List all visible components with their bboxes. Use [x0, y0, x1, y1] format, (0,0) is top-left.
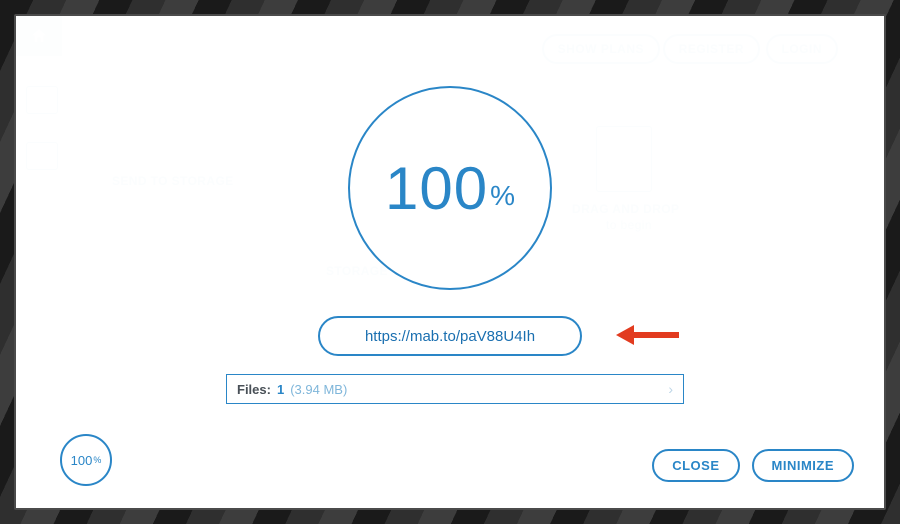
arrow-shaft	[633, 332, 679, 338]
share-url-text: https://mab.to/paV88U4Ih	[365, 328, 535, 345]
close-button[interactable]: CLOSE	[652, 449, 739, 482]
arrow-head-icon	[616, 325, 634, 345]
files-size: (3.94 MB)	[290, 382, 347, 397]
files-label: Files:	[237, 382, 271, 397]
progress-percent-sign: %	[490, 180, 515, 212]
chevron-right-icon: ›	[668, 381, 673, 397]
footer-buttons: CLOSE MINIMIZE	[652, 449, 854, 482]
mini-progress-percent-sign: %	[93, 455, 101, 465]
progress-ring-mini: 100 %	[60, 434, 112, 486]
annotation-arrow	[616, 325, 679, 345]
upload-complete-overlay: 100 % https://mab.to/paV88U4Ih Files: 1 …	[16, 16, 884, 508]
minimize-button[interactable]: MINIMIZE	[752, 449, 855, 482]
mini-progress-value: 100	[71, 453, 93, 468]
progress-ring: 100 %	[348, 86, 552, 290]
files-summary-row[interactable]: Files: 1 (3.94 MB) ›	[226, 374, 684, 404]
app-panel: SHOW PLANS REGISTER LOGIN SEND TO STORAG…	[14, 14, 886, 510]
progress-value: 100	[385, 154, 488, 223]
share-url-field[interactable]: https://mab.to/paV88U4Ih	[318, 316, 582, 356]
files-count: 1	[277, 382, 284, 397]
